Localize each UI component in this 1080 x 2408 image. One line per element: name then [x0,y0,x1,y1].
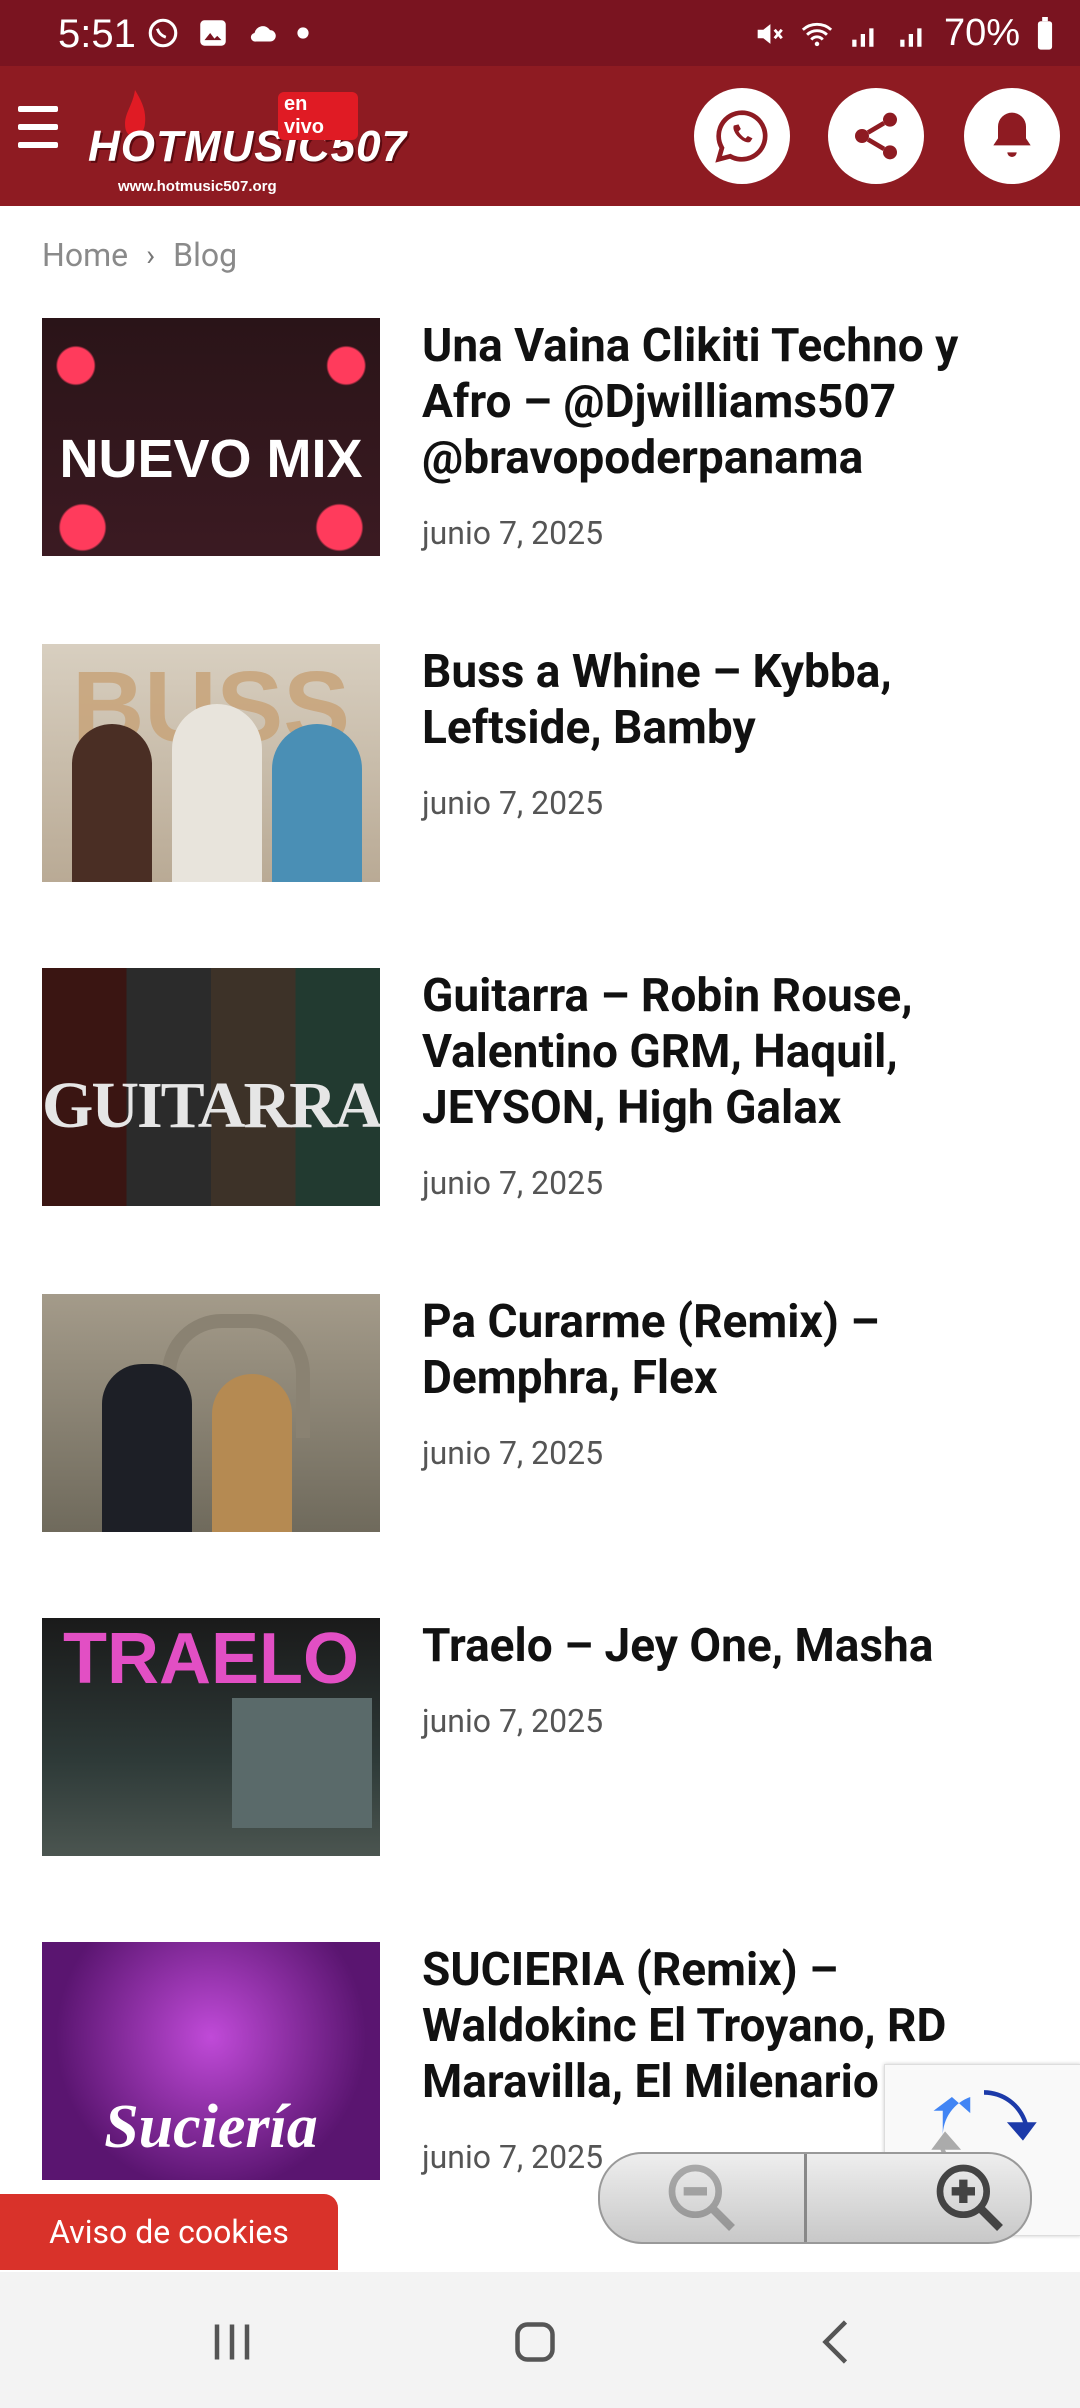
chevron-right-icon: › [146,237,156,273]
status-time: 5:51 [58,12,136,56]
status-bar: 5:51 70% [0,0,1080,66]
post-date: junio 7, 2025 [422,2138,604,2176]
status-notification-icons [146,16,310,50]
post-title[interactable]: Traelo – Jey One, Masha [422,1618,1042,1674]
whatsapp-icon [715,110,768,163]
breadcrumb-home-link[interactable]: Home [42,236,128,274]
post-date: junio 7, 2025 [422,1434,604,1472]
notifications-button[interactable] [964,88,1060,184]
post-thumbnail[interactable]: GUITARRA [42,968,380,1206]
post-thumbnail[interactable] [42,1294,380,1532]
battery-percent: 70% [943,12,1020,54]
breadcrumb-current: Blog [173,236,238,274]
zoom-out-button[interactable] [600,2154,804,2242]
logo-brand-text: HOTMUSIC507 [88,122,408,171]
zoom-in-icon [936,2164,1003,2231]
logo-live-badge: en vivo [278,92,358,140]
post-thumbnail[interactable]: NUEVO MIX [42,318,380,556]
zoom-control [598,2152,1032,2244]
post-title[interactable]: Pa Curarme (Remix) – Demphra, Flex [422,1294,1042,1406]
thumbnail-text: GUITARRA [42,1069,380,1142]
signal-icon-2 [900,27,922,47]
whatsapp-button[interactable] [694,88,790,184]
post-thumbnail[interactable]: TRAELO [42,1618,380,1856]
post-date: junio 7, 2025 [422,784,604,822]
site-header: HOTMUSIC507 en vivo www.hotmusic507.org [0,66,1080,206]
site-logo[interactable]: HOTMUSIC507 en vivo www.hotmusic507.org [88,80,406,196]
cloud-status-icon [250,26,276,42]
thumbnail-text: TRAELO [63,1619,359,1699]
bell-icon [993,112,1031,157]
status-system-icons: 70% [752,12,1056,55]
post-date: junio 7, 2025 [422,1164,604,1202]
home-icon[interactable] [505,2312,565,2372]
wifi-icon [801,22,833,46]
back-icon[interactable] [808,2312,868,2372]
zoom-out-icon [668,2164,735,2231]
system-navigation-bar [0,2272,1080,2408]
post-title[interactable]: Buss a Whine – Kybba, Leftside, Bamby [422,644,1042,756]
share-icon [855,112,897,160]
logo-url: www.hotmusic507.org [118,178,277,195]
share-button[interactable] [828,88,924,184]
post-title[interactable]: Una Vaina Clikiti Techno y Afro – @Djwil… [422,318,1042,486]
zoom-in-button[interactable] [803,2154,1031,2242]
thumbnail-text: NUEVO MIX [59,429,363,489]
signal-icon-1 [852,27,874,47]
mute-icon [757,23,783,44]
post-title[interactable]: Guitarra – Robin Rouse, Valentino GRM, H… [422,968,1042,1136]
whatsapp-status-icon [148,18,178,48]
gallery-status-icon [200,20,226,46]
cookies-notice-button[interactable]: Aviso de cookies [0,2194,338,2270]
post-date: junio 7, 2025 [422,1702,604,1740]
breadcrumb: Home › Blog [42,236,237,274]
dot-status-icon [297,27,309,39]
battery-icon [1037,16,1053,50]
post-date: junio 7, 2025 [422,514,604,552]
recent-apps-icon[interactable] [202,2312,262,2372]
hamburger-menu-icon [18,106,58,112]
hamburger-menu-button[interactable] [18,106,58,156]
post-thumbnail[interactable]: BUSS A [42,644,380,882]
thumbnail-text: Suciería [104,2093,318,2161]
post-thumbnail[interactable]: Suciería [42,1942,380,2180]
